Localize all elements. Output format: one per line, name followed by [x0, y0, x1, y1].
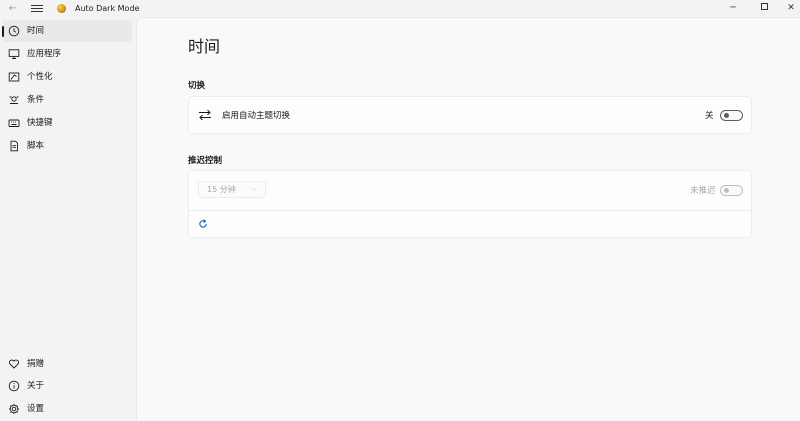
window-title: Auto Dark Mode — [75, 4, 140, 13]
maximize-button[interactable] — [749, 1, 779, 15]
toggle-knob — [724, 188, 729, 193]
section-label-postpone: 推迟控制 — [188, 156, 223, 166]
sidebar-item-scripts[interactable]: 脚本 — [2, 135, 132, 157]
script-icon — [10, 140, 18, 152]
paint-icon — [8, 72, 20, 82]
main-content: 时间 切换 启用自动主题切换 关 推迟控制 15 分钟 ⌵ 未推迟 — [136, 17, 800, 421]
app-logo-icon — [57, 4, 66, 13]
sidebar-item-label: 设置 — [27, 404, 45, 414]
sidebar-item-conditions[interactable]: 条件 — [2, 89, 132, 111]
postpone-state-label: 未推迟 — [690, 186, 716, 196]
minimize-button[interactable]: ─ — [718, 1, 748, 15]
dropdown-value: 15 分钟 — [207, 185, 236, 194]
switch-arrows-icon — [199, 109, 211, 121]
switch-card: 启用自动主题切换 关 — [188, 96, 752, 134]
sidebar-item-apps[interactable]: 应用程序 — [2, 43, 132, 65]
sidebar-item-label: 个性化 — [27, 72, 53, 82]
section-label-switch: 切换 — [188, 81, 206, 91]
conditions-icon — [9, 96, 19, 104]
auto-switch-state-label: 关 — [705, 111, 714, 121]
info-icon — [8, 380, 20, 392]
sidebar-item-label: 条件 — [27, 95, 45, 105]
toggle-knob — [724, 113, 729, 118]
sidebar-item-time[interactable]: 时间 — [2, 20, 132, 42]
card-divider — [189, 210, 751, 211]
sidebar-item-hotkeys[interactable]: 快捷键 — [2, 112, 132, 134]
sidebar-item-label: 时间 — [27, 26, 45, 36]
postpone-duration-dropdown[interactable]: 15 分钟 ⌵ — [198, 181, 266, 198]
sidebar: 时间 应用程序 个性化 条件 快捷键 脚本 捐赠 关于 设置 — [0, 17, 136, 421]
back-arrow-icon[interactable]: ← — [6, 2, 20, 15]
hamburger-icon[interactable] — [31, 3, 43, 13]
auto-switch-toggle[interactable] — [720, 110, 743, 121]
keyboard-icon — [8, 119, 20, 127]
page-title: 时间 — [188, 37, 221, 56]
sidebar-item-label: 应用程序 — [27, 49, 62, 59]
sidebar-item-donate[interactable]: 捐赠 — [2, 353, 132, 375]
sidebar-item-settings[interactable]: 设置 — [2, 398, 132, 420]
auto-switch-label: 启用自动主题切换 — [222, 111, 291, 121]
postpone-toggle[interactable] — [720, 185, 743, 196]
chevron-down-icon: ⌵ — [251, 185, 257, 193]
heart-icon — [8, 359, 20, 369]
sidebar-item-label: 关于 — [27, 381, 45, 391]
maximize-icon — [760, 3, 768, 10]
sidebar-item-label: 捐赠 — [27, 359, 45, 369]
selection-indicator — [2, 26, 4, 37]
sidebar-item-label: 脚本 — [27, 141, 45, 151]
monitor-icon — [8, 49, 20, 59]
clock-icon — [8, 25, 20, 37]
gear-icon — [9, 404, 19, 414]
sidebar-item-about[interactable]: 关于 — [2, 375, 132, 397]
sidebar-item-label: 快捷键 — [27, 118, 53, 128]
sidebar-item-personalization[interactable]: 个性化 — [2, 66, 132, 88]
refresh-icon[interactable] — [198, 219, 208, 229]
close-button[interactable]: ✕ — [776, 1, 800, 15]
postpone-card: 15 分钟 ⌵ 未推迟 — [188, 170, 752, 238]
title-bar: ← Auto Dark Mode ─ ✕ — [0, 0, 800, 17]
